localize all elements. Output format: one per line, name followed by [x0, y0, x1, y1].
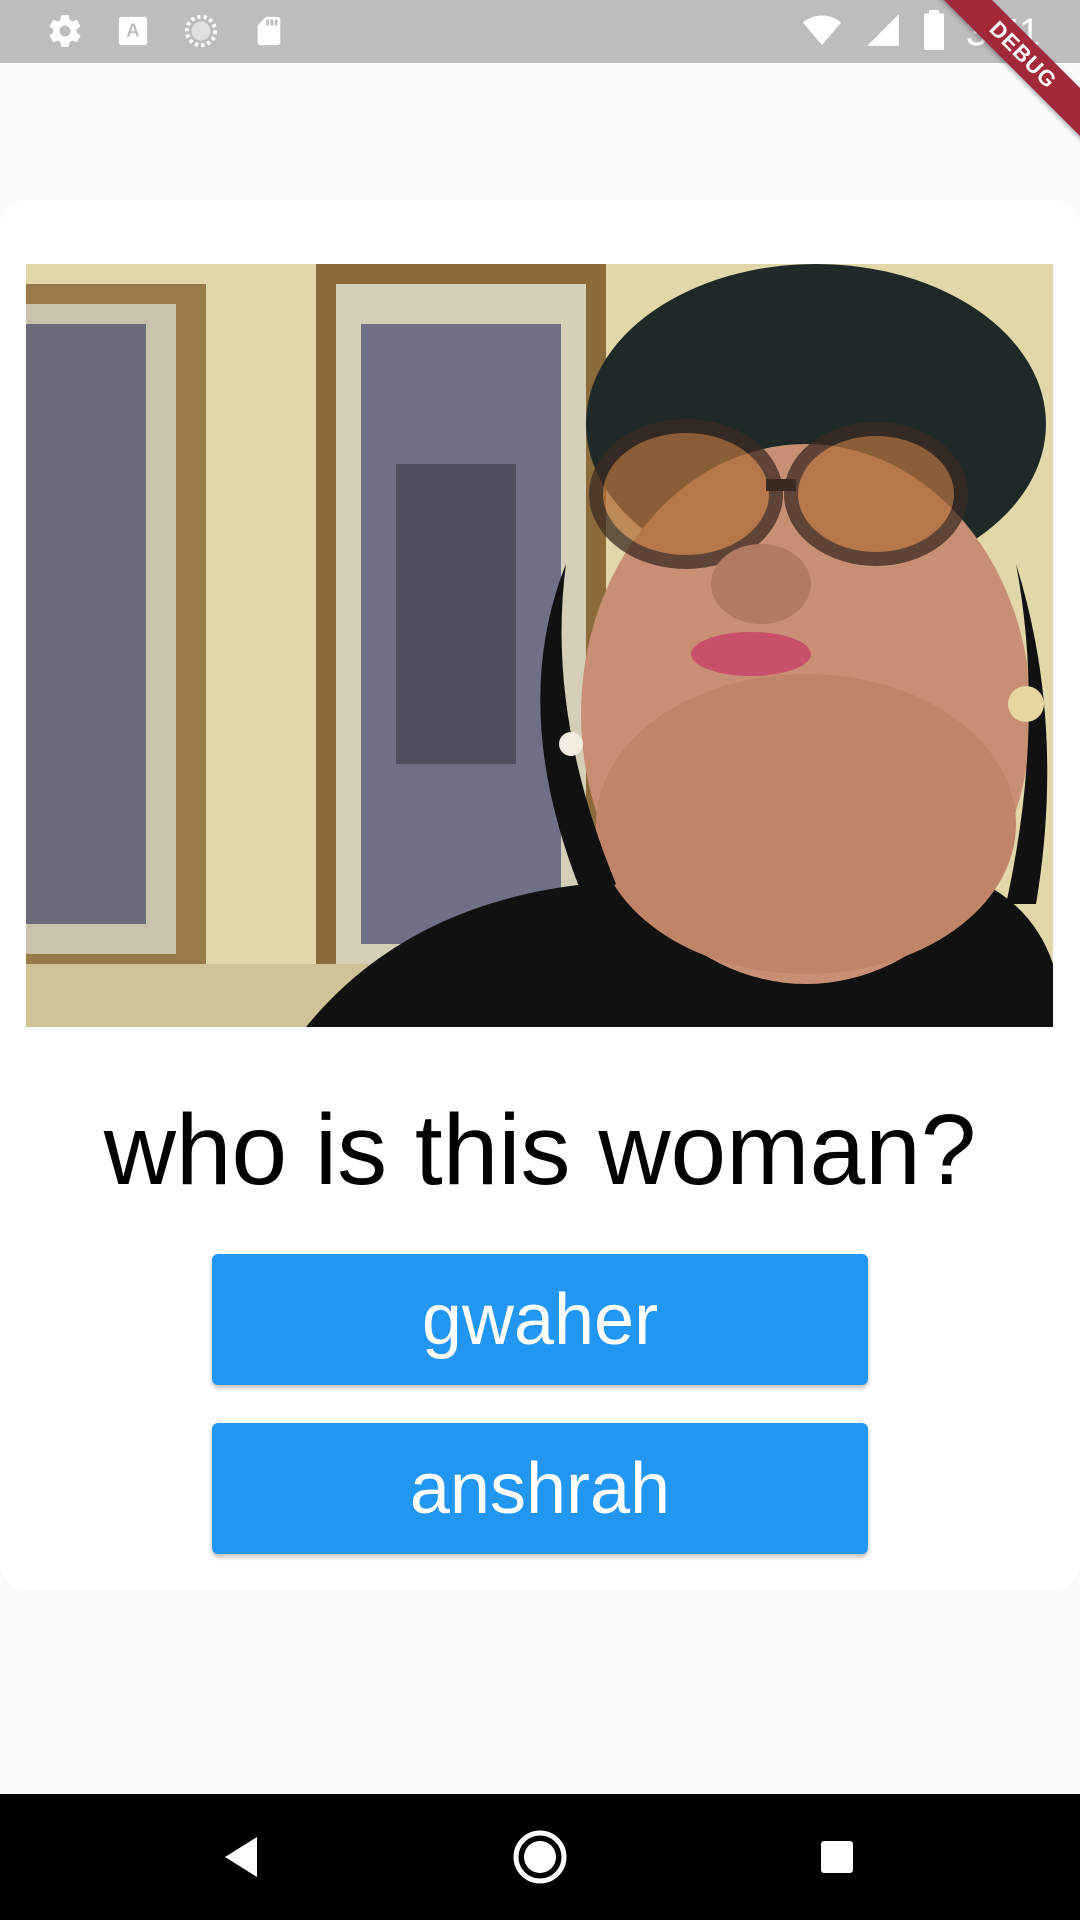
cell-signal-icon	[864, 10, 902, 55]
font-a-icon: A	[114, 12, 152, 50]
battery-icon	[922, 10, 946, 55]
recents-icon[interactable]	[802, 1822, 872, 1892]
svg-text:A: A	[126, 20, 139, 41]
answer-button-gwaher[interactable]: gwaher	[212, 1254, 868, 1385]
status-bar: A 3:51	[0, 0, 1080, 63]
settings-icon	[46, 12, 84, 50]
home-icon[interactable]	[505, 1822, 575, 1892]
sd-card-icon	[250, 12, 288, 50]
question-text: who is this woman?	[103, 1094, 977, 1206]
question-photo	[26, 264, 1053, 1027]
app-screen: A 3:51 DEBUG who is this woman? gwaher a…	[0, 0, 1080, 1920]
loading-circle-icon	[182, 12, 220, 50]
status-icons-left: A	[46, 12, 288, 50]
back-icon[interactable]	[206, 1822, 276, 1892]
status-icons-right: 3:51	[800, 10, 1040, 55]
question-photo-illustration	[26, 264, 1053, 1027]
status-time: 3:51	[966, 11, 1040, 54]
answer-button-anshrah[interactable]: anshrah	[212, 1423, 868, 1554]
wifi-icon	[800, 10, 844, 55]
navigation-bar	[0, 1794, 1080, 1920]
